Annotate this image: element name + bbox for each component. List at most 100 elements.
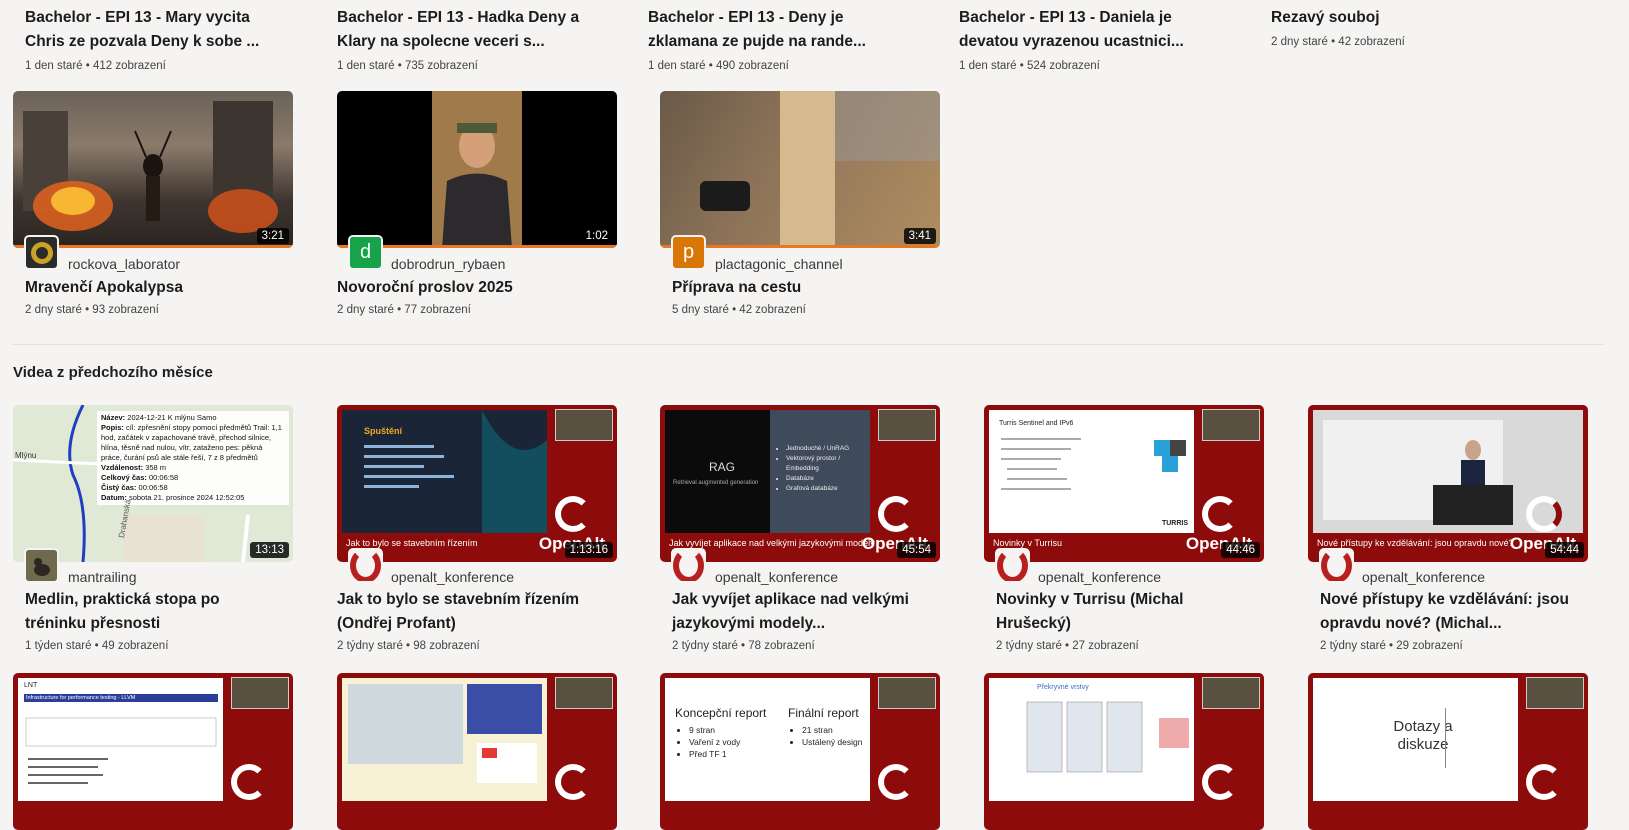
video-thumbnail[interactable] <box>337 673 617 830</box>
channel-name[interactable]: rockova_laborator <box>68 256 180 272</box>
thumbnail-image <box>700 91 940 248</box>
emblem-icon <box>30 241 53 264</box>
openalt-logo-icon <box>1202 496 1238 532</box>
map-place-label: Mlýnu <box>15 451 37 460</box>
slide-image: Koncepční report 9 stran Vaření z vody P… <box>665 678 870 801</box>
avatar-letter: d <box>350 237 381 268</box>
openalt-logo-icon <box>1526 496 1562 532</box>
speaker-camera <box>1202 409 1260 441</box>
channel-avatar[interactable] <box>671 548 706 583</box>
video-meta: 1 den staré • 490 zobrazení <box>648 60 789 72</box>
speaker-camera <box>878 677 936 709</box>
track-date: sobota 21. prosince 2024 12:52:05 <box>128 493 245 502</box>
openalt-logo-icon <box>555 496 591 532</box>
video-title[interactable]: Bachelor - EPI 13 - Daniela je devatou v… <box>959 6 1209 54</box>
slide-screenshots <box>1026 701 1189 773</box>
video-title[interactable]: Bachelor - EPI 13 - Deny je zklamana ze … <box>648 6 898 54</box>
channel-avatar[interactable]: p <box>671 235 706 270</box>
channel-name[interactable]: openalt_konference <box>715 569 838 585</box>
channel-name[interactable]: openalt_konference <box>1362 569 1485 585</box>
duration-badge: 1:13:16 <box>564 542 613 558</box>
video-meta: 1 den staré • 524 zobrazení <box>959 60 1100 72</box>
thumbnail-image <box>432 91 522 248</box>
slide-table <box>25 717 217 784</box>
section-divider <box>13 344 1603 345</box>
video-thumbnail[interactable]: Nové přístupy ke vzdělávání: jsou opravd… <box>1308 405 1588 562</box>
slide-caption: Jak to bylo se stavebním řízením <box>346 538 478 548</box>
video-title[interactable]: Bachelor - EPI 13 - Mary vycita Chris ze… <box>25 6 275 54</box>
video-title[interactable]: Novoroční proslov 2025 <box>337 276 587 300</box>
video-title[interactable]: Nové přístupy ke vzdělávání: jsou opravd… <box>1320 588 1570 636</box>
openalt-logo-icon <box>231 764 267 800</box>
slide-list-item: Grafová databáze <box>786 484 870 494</box>
video-title[interactable]: Medlin, praktická stopa po tréninku přes… <box>25 588 275 636</box>
video-thumbnail[interactable]: LNT Infrastructure for performance testi… <box>13 673 293 830</box>
track-total-time-label: Celkový čas: <box>101 473 147 482</box>
slide-col2-list: 21 stran Ustálený design <box>788 724 862 748</box>
video-thumbnail[interactable]: Dotazy a diskuze <box>1308 673 1588 830</box>
slide-list-item: 21 stran <box>802 724 862 736</box>
slide-image <box>342 678 547 801</box>
video-title[interactable]: Jak to bylo se stavebním řízením (Ondřej… <box>337 588 587 636</box>
video-thumbnail[interactable]: 1:02 <box>337 91 617 248</box>
video-thumbnail[interactable]: Spuštění Jak to bylo se stavebním řízení… <box>337 405 617 562</box>
channel-name[interactable]: dobrodrun_rybaen <box>391 256 505 272</box>
video-title[interactable]: Mravenčí Apokalypsa <box>25 276 275 300</box>
channel-avatar[interactable] <box>24 548 59 583</box>
video-title[interactable]: Jak vyvíjet aplikace nad velkými jazykov… <box>672 588 922 636</box>
openalt-logo-icon <box>350 550 381 581</box>
openalt-logo-icon <box>555 764 591 800</box>
thumbnail-image <box>23 101 278 233</box>
speaker-camera <box>555 409 613 441</box>
channel-avatar[interactable] <box>1319 548 1354 583</box>
video-title[interactable]: Rezavý souboj <box>1271 6 1521 30</box>
speaker-camera <box>1526 677 1584 709</box>
openalt-logo-icon <box>1202 764 1238 800</box>
slide-caption: Novinky v Turrisu <box>993 538 1063 548</box>
slide-list-item: Jednoduché / UnRAG <box>786 444 870 454</box>
channel-avatar[interactable]: d <box>348 235 383 270</box>
channel-name[interactable]: plactagonic_channel <box>715 256 843 272</box>
video-meta: 2 dny staré • 93 zobrazení <box>25 304 159 316</box>
slide-image: RAG Retrieval augmented generation Jedno… <box>665 410 870 533</box>
openalt-logo-icon <box>878 764 914 800</box>
duration-badge: 54:44 <box>1545 542 1584 558</box>
slide-subheading: Retrieval augmented generation <box>673 480 759 486</box>
slide-list-item: Ustálený design <box>802 736 862 748</box>
channel-name[interactable]: mantrailing <box>68 569 136 585</box>
speaker-camera <box>231 677 289 709</box>
slide-col2-heading: Finální report <box>788 706 859 720</box>
channel-name[interactable]: openalt_konference <box>391 569 514 585</box>
duration-badge: 3:41 <box>903 228 936 244</box>
video-meta: 2 týdny staré • 78 zobrazení <box>672 640 815 652</box>
channel-avatar[interactable] <box>995 548 1030 583</box>
duration-badge: 13:13 <box>250 542 289 558</box>
video-meta: 2 týdny staré • 27 zobrazení <box>996 640 1139 652</box>
track-desc: cíl: zpřesnění stopy pomocí předmětů Tra… <box>101 423 282 462</box>
slide-list-item: Před TF 1 <box>689 748 740 760</box>
video-meta: 2 dny staré • 42 zobrazení <box>1271 36 1405 48</box>
video-thumbnail[interactable]: 3:21 <box>13 91 293 248</box>
section-title: Videa z předchozího měsíce <box>13 364 213 381</box>
channel-name[interactable]: openalt_konference <box>1038 569 1161 585</box>
video-meta: 2 týdny staré • 29 zobrazení <box>1320 640 1463 652</box>
speaker-camera <box>555 677 613 709</box>
openalt-logo-icon <box>1526 764 1562 800</box>
channel-avatar[interactable] <box>348 548 383 583</box>
slide-col1-list: 9 stran Vaření z vody Před TF 1 <box>675 724 740 760</box>
video-thumbnail[interactable]: RAG Retrieval augmented generation Jedno… <box>660 405 940 562</box>
slide-decoration <box>1001 438 1186 490</box>
video-thumbnail[interactable]: Překryvné vrstvy <box>984 673 1264 830</box>
slide-image: Turris Sentinel and IPv6 TURRIS <box>989 410 1194 533</box>
video-thumbnail[interactable]: 3:41 <box>660 91 940 248</box>
channel-avatar[interactable] <box>24 235 59 270</box>
slide-heading: RAG <box>709 460 736 474</box>
video-title[interactable]: Bachelor - EPI 13 - Hadka Deny a Klary n… <box>337 6 587 54</box>
video-thumbnail[interactable]: Název: 2024-12-21 K mlýnu Samo Popis: cí… <box>13 405 293 562</box>
video-thumbnail[interactable]: Koncepční report 9 stran Vaření z vody P… <box>660 673 940 830</box>
track-net-time-label: Čistý čas: <box>101 483 137 492</box>
video-title[interactable]: Příprava na cestu <box>672 276 922 300</box>
video-title[interactable]: Novinky v Turrisu (Michal Hrušecký) <box>996 588 1246 636</box>
video-thumbnail[interactable]: Turris Sentinel and IPv6 TURRIS Novinky … <box>984 405 1264 562</box>
track-net-time: 00:06:58 <box>138 483 168 492</box>
